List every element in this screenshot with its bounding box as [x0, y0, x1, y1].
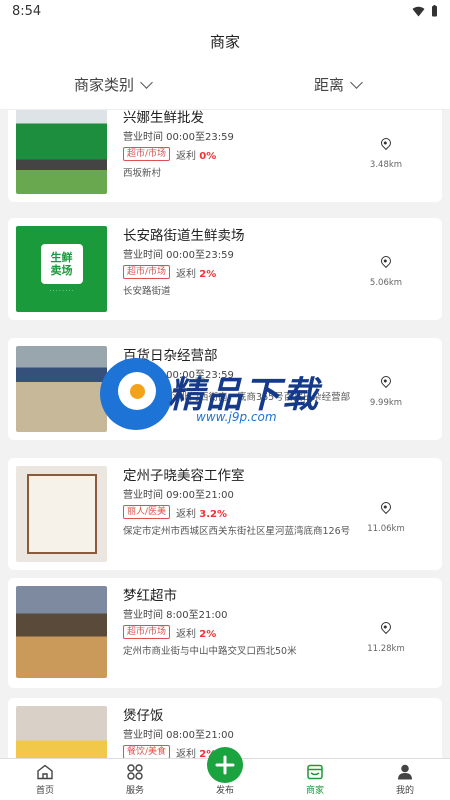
- location-pin-icon: [378, 135, 394, 151]
- rebate-value: 2%: [199, 628, 217, 640]
- merchant-hours: 营业时间 00:00至23:59: [123, 370, 234, 381]
- rebate-value: 0%: [199, 150, 217, 162]
- merchant-address: 定州市商业街与中山中路交叉口西北50米: [123, 646, 297, 657]
- merchant-name: 兴娜生鲜批发: [123, 110, 204, 126]
- merchant-hours: 营业时间 09:00至21:00: [123, 490, 234, 501]
- merchant-address: 长安路街道: [123, 286, 171, 297]
- category-tag: 超市/市场: [123, 147, 171, 161]
- merchant-hours: 营业时间 00:00至23:59: [123, 132, 234, 143]
- rebate: 返利 0%: [176, 150, 217, 162]
- rebate: 返利 2%: [176, 628, 217, 640]
- grid-icon: [127, 764, 143, 780]
- publish-button[interactable]: [207, 747, 243, 783]
- wifi-icon: [412, 6, 425, 16]
- rebate: 返利 3.2%: [176, 508, 227, 520]
- distance-block: 9.99km: [366, 373, 406, 408]
- tab-merchants[interactable]: 商家: [270, 759, 360, 800]
- status-icons: [412, 5, 438, 17]
- merchant-card[interactable]: 生鲜 卖场 · · · · · · · · 长安路街道生鲜卖场 营业时间 00:…: [8, 218, 442, 320]
- merchant-name: 百货日杂经营部: [123, 348, 218, 364]
- distance-block: 11.28km: [366, 619, 406, 654]
- beauty-studio-sign-image: [16, 466, 107, 562]
- merchant-hours: 营业时间 08:00至21:00: [123, 730, 234, 741]
- distance-value: 11.06km: [367, 524, 405, 534]
- merchant-name: 长安路街道生鲜卖场: [123, 228, 245, 244]
- general-store-image: [16, 346, 107, 432]
- distance-filter[interactable]: 距离: [225, 60, 450, 109]
- home-icon: [37, 764, 53, 780]
- chevron-down-icon: [350, 75, 363, 89]
- tab-services[interactable]: 服务: [90, 759, 180, 800]
- supermarket-interior-image: [16, 586, 107, 678]
- tab-label: 我的: [395, 786, 414, 796]
- tab-label: 商家: [305, 786, 324, 796]
- store-icon: [307, 764, 323, 780]
- distance-block: 5.06km: [366, 253, 406, 288]
- merchant-address: 定州市西城区北门西街南一底商365号百货日杂经营部: [123, 392, 351, 403]
- merchant-card[interactable]: 百货日杂经营部 营业时间 00:00至23:59 定州市西城区北门西街南一底商3…: [8, 338, 442, 440]
- tab-label: 发布: [215, 786, 234, 796]
- merchant-name: 梦红超市: [123, 588, 177, 604]
- chevron-down-icon: [140, 75, 153, 89]
- page-header: 商家: [0, 22, 450, 60]
- category-tag: 超市/市场: [123, 265, 171, 279]
- distance-block: 3.48km: [366, 135, 406, 170]
- tab-home[interactable]: 首页: [0, 759, 90, 800]
- merchant-name: 煲仔饭: [123, 708, 164, 724]
- merchant-list[interactable]: 兴娜生鲜批发 营业时间 00:00至23:59 超市/市场 返利 0% 西坂新村…: [0, 110, 450, 758]
- merchant-name: 定州子晓美容工作室: [123, 468, 245, 484]
- distance-value: 5.06km: [369, 278, 403, 288]
- merchant-hours: 营业时间 00:00至23:59: [123, 250, 234, 261]
- status-time: 8:54: [12, 3, 42, 19]
- page-title: 商家: [209, 32, 240, 51]
- restaurant-storefront-image: [16, 706, 107, 758]
- distance-block: 11.06km: [366, 499, 406, 534]
- merchant-card[interactable]: 定州子晓美容工作室 营业时间 09:00至21:00 丽人/医美 返利 3.2%…: [8, 458, 442, 570]
- battery-icon: [432, 5, 437, 17]
- merchant-card[interactable]: 兴娜生鲜批发 营业时间 00:00至23:59 超市/市场 返利 0% 西坂新村…: [8, 110, 442, 202]
- rebate-value: 2%: [199, 268, 217, 280]
- plus-icon: [215, 755, 235, 775]
- tab-mine[interactable]: 我的: [360, 759, 450, 800]
- distance-filter-label: 距离: [313, 76, 344, 94]
- location-pin-icon: [378, 373, 394, 389]
- distance-value: 11.28km: [367, 644, 405, 654]
- merchant-hours: 营业时间 8:00至21:00: [123, 610, 228, 621]
- rebate: 返利 2%: [176, 268, 217, 280]
- category-tag: 丽人/医美: [123, 505, 171, 519]
- fresh-market-logo: 生鲜 卖场: [40, 244, 83, 284]
- category-filter[interactable]: 商家类别: [0, 60, 225, 109]
- merchant-card[interactable]: 梦红超市 营业时间 8:00至21:00 超市/市场 返利 2% 定州市商业街与…: [8, 578, 442, 688]
- tab-label: 首页: [35, 786, 54, 796]
- distance-value: 9.99km: [369, 398, 403, 408]
- rebate-value: 3.2%: [199, 508, 227, 520]
- person-icon: [398, 764, 412, 780]
- tab-label: 服务: [125, 786, 144, 796]
- supermarket-storefront-image: [16, 110, 107, 194]
- merchant-address: 西坂新村: [123, 168, 162, 179]
- location-pin-icon: [378, 499, 394, 515]
- filter-bar: 商家类别 距离: [0, 60, 450, 110]
- category-tag: 餐饮/美食: [123, 745, 171, 758]
- status-bar: 8:54: [0, 0, 450, 22]
- category-filter-label: 商家类别: [73, 76, 134, 94]
- fresh-market-logo-image: 生鲜 卖场 · · · · · · · ·: [16, 226, 107, 312]
- merchant-address: 保定市定州市西城区西关东街社区星河蓝湾底商126号: [123, 526, 351, 537]
- location-pin-icon: [378, 619, 394, 635]
- location-pin-icon: [378, 253, 394, 269]
- category-tag: 超市/市场: [123, 625, 171, 639]
- distance-value: 3.48km: [369, 160, 403, 170]
